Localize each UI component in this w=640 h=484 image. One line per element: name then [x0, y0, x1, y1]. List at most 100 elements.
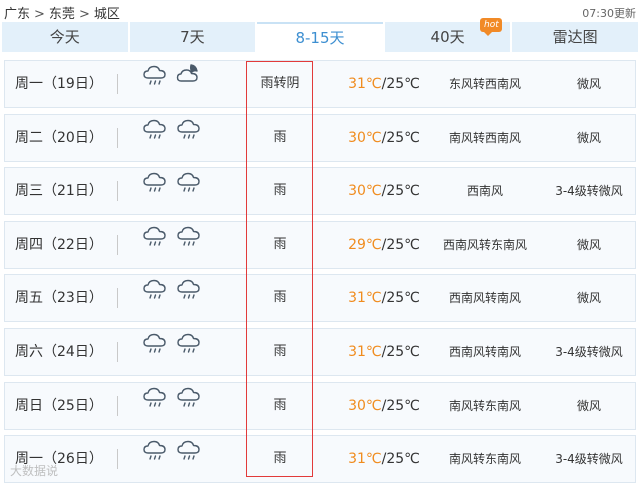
weather-condition: 雨: [273, 129, 287, 145]
day-label: 周四（22日）: [15, 236, 103, 253]
divider: [117, 288, 118, 309]
forecast-row: 周二（20日） 雨 30℃/25℃ 南风转西南风 微风: [4, 113, 636, 162]
wind-direction: 西南风: [466, 184, 503, 199]
forecast-row: 周四（22日） 雨 29℃/25℃ 西南风转东南风 微风: [4, 220, 636, 269]
temperature: 30℃/25℃: [339, 168, 429, 214]
weather-condition: 雨: [273, 343, 287, 359]
wind-level: 微风: [576, 291, 601, 306]
weather-icons: [141, 61, 211, 107]
low-temp: /25℃: [381, 290, 420, 307]
rain-cloud-icon: [141, 168, 169, 214]
tab-8-15-days[interactable]: 8-15天: [257, 22, 383, 52]
low-temp: /25℃: [381, 451, 420, 468]
wind-level: 3-4级转微风: [555, 452, 623, 467]
wind-level: 3-4级转微风: [555, 184, 623, 199]
wind-direction: 西南风转南风: [448, 291, 521, 306]
divider: [117, 127, 118, 148]
high-temp: 31℃: [348, 76, 382, 92]
forecast-row: 周日（25日） 雨 30℃/25℃ 南风转东南风 微风: [4, 381, 636, 430]
rain-cloud-icon: [141, 61, 169, 107]
day-label: 周二（20日）: [15, 129, 103, 146]
low-temp: /25℃: [381, 236, 420, 253]
weather-icons: [141, 383, 211, 429]
rain-cloud-icon: [141, 329, 169, 375]
day-label: 周一（19日）: [15, 76, 103, 92]
forecast-row: 周一（19日） 雨转阴 31℃/25℃ 东风转西南风 微风: [4, 60, 636, 108]
wind-level: 微风: [576, 237, 601, 252]
hot-badge: hot: [480, 18, 503, 36]
weather-icons: [141, 168, 211, 214]
forecast-list: 周一（19日） 雨转阴 31℃/25℃ 东风转西南风 微风 周二（20日）雨 30℃/25℃…: [4, 60, 636, 484]
top-bar: 广东 > 东莞 > 城区 07:30更新: [0, 0, 640, 22]
divider: [117, 234, 118, 255]
weather-condition: 雨: [273, 451, 287, 467]
weather-icons: [141, 436, 211, 482]
temperature: 31℃/25℃: [339, 436, 429, 482]
day-label: 周三（21日）: [15, 183, 103, 200]
wind-direction: 南风转西南风: [448, 130, 521, 145]
low-temp: /25℃: [381, 76, 420, 92]
low-temp: /25℃: [381, 129, 420, 146]
rain-cloud-icon: [175, 275, 203, 321]
forecast-row: 周五（23日） 雨 31℃/25℃ 西南风转南风 微风: [4, 274, 636, 323]
tab-today[interactable]: 今天: [2, 22, 128, 52]
wind-level: 微风: [576, 77, 601, 91]
high-temp: 30℃: [348, 397, 382, 414]
wind-direction: 西南风转东南风: [442, 237, 527, 252]
temperature: 31℃/25℃: [339, 275, 429, 321]
temperature: 31℃/25℃: [339, 61, 429, 107]
wind-direction: 东风转西南风: [448, 77, 521, 91]
high-temp: 30℃: [348, 183, 382, 200]
tab-40-days[interactable]: 40天 hot: [384, 18, 511, 52]
high-temp: 30℃: [348, 129, 382, 146]
high-temp: 31℃: [348, 451, 382, 468]
high-temp: 31℃: [348, 343, 382, 360]
rain-cloud-icon: [175, 168, 203, 214]
weather-condition: 雨: [273, 397, 287, 413]
rain-cloud-icon: [175, 222, 203, 268]
breadcrumb-province[interactable]: 广东: [4, 7, 30, 22]
divider: [117, 395, 118, 416]
breadcrumb: 广东 > 东莞 > 城区: [4, 3, 120, 22]
rain-cloud-icon: [175, 383, 203, 429]
divider: [117, 74, 118, 94]
divider: [117, 449, 118, 470]
forecast-row: 周六（24日） 雨 31℃/25℃ 西南风转南风 3-4级转微风: [4, 327, 636, 376]
rain-cloud-icon: [175, 329, 203, 375]
rain-cloud-icon: [141, 222, 169, 268]
weather-icons: [141, 329, 211, 375]
wind-direction: 南风转东南风: [448, 398, 521, 413]
rain-cloud-icon: [141, 383, 169, 429]
forecast-tabs: 今天 7天 8-15天 40天 hot 雷达图: [2, 18, 638, 52]
day-label: 周日（25日）: [15, 397, 103, 414]
weather-icons: [141, 222, 211, 268]
weather-condition: 雨: [273, 290, 287, 306]
cloud-moon-icon: [175, 61, 203, 107]
forecast-row: 周一（26日）雨 31℃/25℃ 南风转东南风 3-4级转微风: [4, 435, 636, 484]
high-temp: 31℃: [348, 290, 382, 307]
wind-level: 3-4级转微风: [555, 344, 623, 359]
divider: [117, 181, 118, 202]
temperature: 29℃/25℃: [339, 222, 429, 268]
breadcrumb-district: 城区: [93, 7, 120, 22]
divider: [117, 341, 118, 362]
low-temp: /25℃: [381, 397, 420, 414]
wind-direction: 西南风转南风: [448, 344, 521, 359]
rain-cloud-icon: [141, 115, 169, 161]
breadcrumb-separator: >: [34, 7, 45, 22]
weather-icons: [141, 115, 211, 161]
temperature: 30℃/25℃: [339, 383, 429, 429]
wind-direction: 南风转东南风: [448, 452, 521, 467]
weather-condition: 雨转阴: [260, 76, 300, 91]
tab-7-days[interactable]: 7天: [129, 22, 256, 52]
rain-cloud-icon: [141, 436, 169, 482]
watermark: 大数据说: [10, 464, 59, 478]
day-label: 周五（23日）: [15, 290, 103, 307]
update-time: 07:30更新: [582, 7, 636, 20]
weather-icons: [141, 275, 211, 321]
breadcrumb-separator: >: [78, 7, 90, 22]
day-label: 周六（24日）: [15, 343, 103, 360]
tab-radar[interactable]: 雷达图: [512, 22, 638, 52]
rain-cloud-icon: [175, 436, 203, 482]
breadcrumb-city[interactable]: 东莞: [49, 7, 75, 22]
